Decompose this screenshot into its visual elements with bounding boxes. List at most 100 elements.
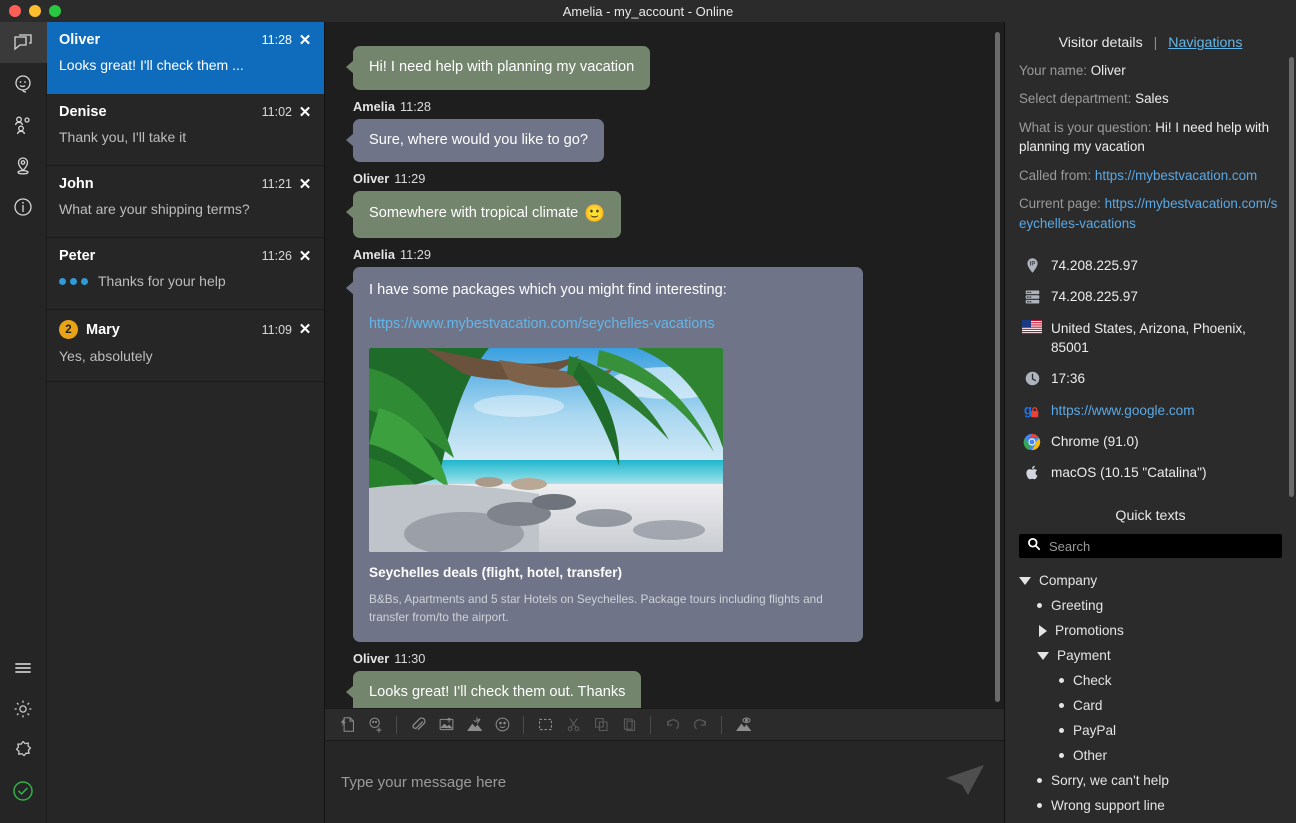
close-conversation-icon[interactable]: ✕ bbox=[298, 249, 312, 263]
field-label: Your name: bbox=[1019, 63, 1087, 78]
conversation-item-oliver[interactable]: Oliver 11:28 ✕ Looks great! I'll check t… bbox=[47, 22, 324, 94]
quick-texts-search[interactable]: Search bbox=[1019, 534, 1282, 558]
fact-host: 74.208.225.97 bbox=[1019, 287, 1282, 306]
conversation-preview: Looks great! I'll check them ... bbox=[59, 57, 244, 73]
tree-node-payment[interactable]: Payment bbox=[1019, 643, 1296, 668]
field-label: Current page: bbox=[1019, 196, 1101, 211]
rail-item-menu[interactable] bbox=[0, 647, 47, 688]
tree-node-other[interactable]: Other bbox=[1019, 743, 1296, 768]
navigations-link[interactable]: Navigations bbox=[1168, 35, 1242, 51]
tree-node-check[interactable]: Check bbox=[1019, 668, 1296, 693]
rail-item-visitors[interactable] bbox=[0, 104, 47, 145]
referrer-link[interactable]: https://www.google.com bbox=[1051, 403, 1195, 418]
insert-picture-icon[interactable] bbox=[460, 712, 488, 738]
undo-icon[interactable] bbox=[658, 712, 686, 738]
fact-browser: Chrome (91.0) bbox=[1019, 432, 1282, 451]
message-meta: Amelia11:29 bbox=[353, 247, 986, 262]
card-url-link[interactable]: https://www.mybestvacation.com/seychelle… bbox=[369, 315, 847, 334]
message-author: Oliver bbox=[353, 651, 389, 666]
fact-referrer: g https://www.google.com bbox=[1019, 401, 1282, 420]
clock-icon bbox=[1019, 369, 1045, 387]
fact-ip: IP 74.208.225.97 bbox=[1019, 256, 1282, 275]
screenshot-preview-icon[interactable] bbox=[729, 712, 757, 738]
close-window-button[interactable] bbox=[9, 5, 21, 17]
rail-item-location[interactable] bbox=[0, 145, 47, 186]
close-conversation-icon[interactable]: ✕ bbox=[298, 177, 312, 191]
conversation-list[interactable]: Oliver 11:28 ✕ Looks great! I'll check t… bbox=[47, 22, 325, 823]
conversation-item-peter[interactable]: Peter 11:26 ✕ Thanks for your help bbox=[47, 238, 324, 310]
window-controls[interactable] bbox=[0, 5, 61, 17]
rail-item-chats[interactable] bbox=[0, 22, 47, 63]
close-conversation-icon[interactable]: ✕ bbox=[298, 105, 312, 119]
tree-node-label: Sorry, we can't help bbox=[1051, 773, 1169, 788]
send-image-icon[interactable] bbox=[432, 712, 460, 738]
conversation-item-mary[interactable]: 2 Mary 11:09 ✕ Yes, absolutely bbox=[47, 310, 324, 382]
conversation-name: Denise bbox=[59, 104, 107, 120]
rail-item-support[interactable] bbox=[0, 63, 47, 104]
message-scroll-area[interactable]: Hi! I need help with planning my vacatio… bbox=[325, 22, 1004, 708]
tree-node-promotions[interactable]: Promotions bbox=[1019, 618, 1296, 643]
chevron-down-icon[interactable] bbox=[1037, 652, 1049, 660]
cut-icon[interactable] bbox=[559, 712, 587, 738]
rail-item-status-online[interactable] bbox=[0, 770, 47, 811]
status-online-icon bbox=[11, 779, 35, 803]
conversation-name: Peter bbox=[59, 248, 95, 264]
chrome-icon bbox=[1019, 432, 1045, 451]
bullet-icon bbox=[1059, 678, 1064, 683]
message-input[interactable]: Type your message here bbox=[341, 774, 944, 791]
fact-location: United States, Arizona, Phoenix, 85001 bbox=[1019, 319, 1282, 358]
minimize-window-button[interactable] bbox=[29, 5, 41, 17]
field-value: Sales bbox=[1135, 91, 1169, 106]
message-compose-area[interactable]: Type your message here bbox=[325, 740, 1004, 823]
right-panel-scrollbar-thumb[interactable] bbox=[1289, 57, 1294, 497]
maximize-window-button[interactable] bbox=[49, 5, 61, 17]
called-from-link[interactable]: https://mybestvacation.com bbox=[1095, 168, 1257, 183]
new-note-icon[interactable] bbox=[333, 712, 361, 738]
redo-icon[interactable] bbox=[686, 712, 714, 738]
message-bubble: Looks great! I'll check them out. Thanks bbox=[353, 671, 641, 708]
field-your-name: Your name: Oliver bbox=[1019, 61, 1282, 80]
chat-scrollbar-thumb[interactable] bbox=[995, 32, 1000, 702]
close-conversation-icon[interactable]: ✕ bbox=[298, 323, 312, 337]
tree-node-paypal[interactable]: PayPal bbox=[1019, 718, 1296, 743]
tree-node-wrong-support-line[interactable]: Wrong support line bbox=[1019, 793, 1296, 818]
close-conversation-icon[interactable]: ✕ bbox=[298, 33, 312, 47]
ip-pin-icon: IP bbox=[1019, 256, 1045, 274]
attach-file-icon[interactable] bbox=[404, 712, 432, 738]
message-author: Oliver bbox=[353, 171, 389, 186]
emoji-icon[interactable] bbox=[488, 712, 516, 738]
rail-item-effects[interactable] bbox=[0, 729, 47, 770]
add-emotion-icon[interactable] bbox=[361, 712, 389, 738]
message-text: Somewhere with tropical climate bbox=[369, 205, 578, 221]
message-author: Amelia bbox=[353, 99, 395, 114]
chevron-down-icon[interactable] bbox=[1019, 577, 1031, 585]
tropical-beach-photo[interactable] bbox=[369, 348, 723, 552]
google-referrer-icon: g bbox=[1019, 401, 1045, 420]
rail-item-info[interactable] bbox=[0, 186, 47, 227]
tree-node-sorry-we-cant-help[interactable]: Sorry, we can't help bbox=[1019, 768, 1296, 793]
tree-node-greeting[interactable]: Greeting bbox=[1019, 593, 1296, 618]
fact-value: 74.208.225.97 bbox=[1045, 287, 1138, 306]
bullet-icon bbox=[1059, 753, 1064, 758]
chevron-right-icon[interactable] bbox=[1039, 625, 1047, 637]
conversation-item-denise[interactable]: Denise 11:02 ✕ Thank you, I'll take it bbox=[47, 94, 324, 166]
info-icon bbox=[11, 195, 35, 219]
send-paper-plane-icon[interactable] bbox=[944, 763, 986, 802]
rail-item-settings[interactable] bbox=[0, 688, 47, 729]
conversation-item-john[interactable]: John 11:21 ✕ What are your shipping term… bbox=[47, 166, 324, 238]
card-description: B&Bs, Apartments and 5 star Hotels on Se… bbox=[369, 590, 847, 643]
fact-os: macOS (10.15 "Catalina") bbox=[1019, 463, 1282, 482]
toolbar-divider bbox=[650, 716, 651, 734]
quick-texts-tree[interactable]: Company Greeting Promotions Payment Chec… bbox=[1005, 558, 1296, 818]
copy-icon[interactable] bbox=[587, 712, 615, 738]
select-area-icon[interactable] bbox=[531, 712, 559, 738]
card-intro-text: I have some packages which you might fin… bbox=[369, 281, 847, 301]
search-input[interactable]: Search bbox=[1049, 539, 1090, 554]
location-pin-icon bbox=[11, 154, 35, 178]
app-window: Amelia - my_account - Online bbox=[0, 0, 1296, 823]
tree-node-company[interactable]: Company bbox=[1019, 568, 1296, 593]
tree-node-label: PayPal bbox=[1073, 723, 1116, 738]
paste-icon[interactable] bbox=[615, 712, 643, 738]
tree-node-card[interactable]: Card bbox=[1019, 693, 1296, 718]
compose-toolbar bbox=[325, 708, 1004, 740]
